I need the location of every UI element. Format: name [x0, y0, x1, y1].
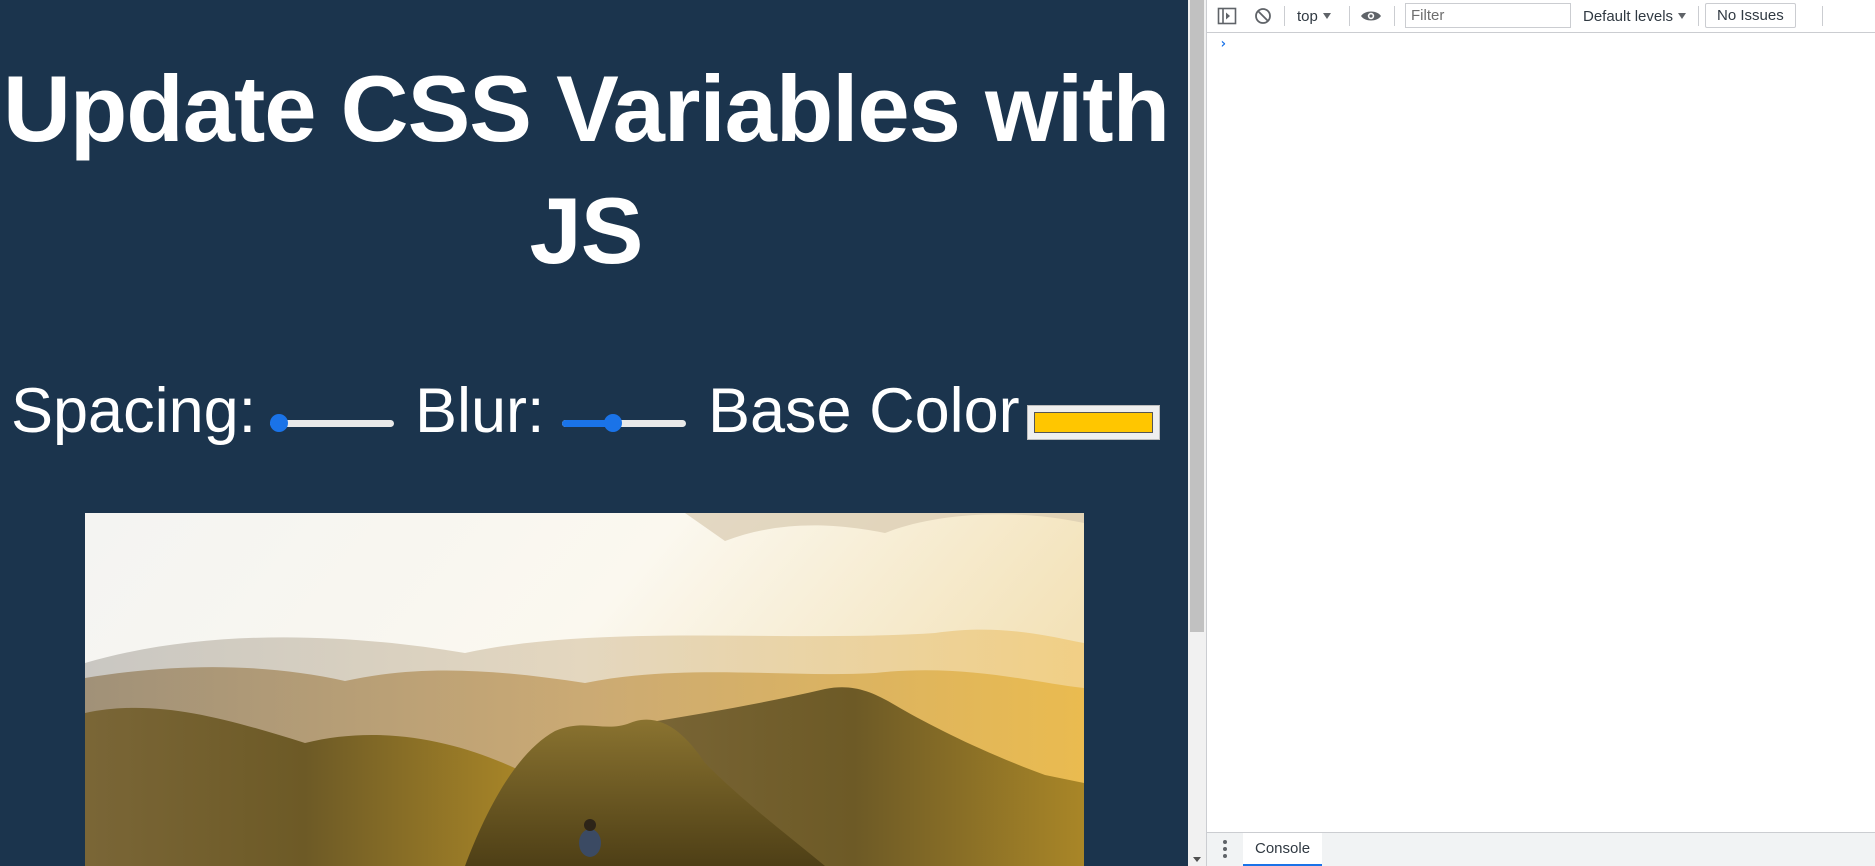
blur-label: Blur:: [415, 376, 545, 446]
clear-console-icon[interactable]: [1254, 0, 1272, 32]
console-prompt[interactable]: ›: [1207, 34, 1875, 56]
issues-button-label: No Issues: [1717, 7, 1784, 24]
blur-slider-thumb[interactable]: [604, 414, 623, 432]
toolbar-divider: [1394, 6, 1395, 26]
live-expression-eye-icon[interactable]: [1360, 0, 1382, 32]
page-viewport: Update CSS Variables with JS Spacing: Bl…: [0, 0, 1188, 866]
context-selector[interactable]: top: [1297, 0, 1331, 32]
spacing-slider-thumb[interactable]: [270, 414, 288, 432]
drawer-tab-bar: Console: [1207, 832, 1875, 866]
toolbar-divider: [1284, 6, 1285, 26]
controls-row: Spacing: Blur: Base Color: [0, 372, 1188, 450]
prompt-chevron-icon: ›: [1219, 36, 1228, 52]
base-color-picker[interactable]: [1027, 405, 1160, 440]
spacing-label: Spacing:: [11, 376, 257, 446]
spacing-slider-track: [270, 420, 394, 427]
context-selector-label: top: [1297, 7, 1318, 25]
toolbar-divider: [1349, 6, 1350, 26]
spacing-slider[interactable]: [270, 413, 394, 433]
tab-console[interactable]: Console: [1243, 833, 1323, 866]
mountain-photo: [85, 513, 1084, 866]
base-color-label: Base Color: [708, 376, 1020, 446]
scroll-down-arrow-icon[interactable]: [1193, 857, 1201, 862]
blur-slider[interactable]: [562, 413, 686, 433]
filter-input[interactable]: [1405, 3, 1571, 28]
console-toolbar: top Default levels No Issues: [1207, 0, 1875, 33]
base-color-swatch: [1034, 412, 1153, 433]
tab-console-label: Console: [1255, 840, 1311, 857]
chevron-down-icon: [1678, 13, 1687, 19]
log-levels-dropdown[interactable]: Default levels: [1583, 0, 1687, 32]
page-title: Update CSS Variables with JS: [2, 56, 1170, 283]
toolbar-divider: [1698, 6, 1699, 26]
page-scrollbar[interactable]: [1188, 0, 1206, 866]
issues-button[interactable]: No Issues: [1705, 3, 1796, 28]
chevron-down-icon: [1322, 13, 1331, 19]
devtools-panel: top Default levels No Issues › Console: [1206, 0, 1875, 866]
blur-slider-track: [562, 420, 686, 427]
log-levels-label: Default levels: [1583, 7, 1674, 25]
toolbar-divider: [1822, 6, 1823, 26]
more-options-icon[interactable]: [1223, 840, 1227, 860]
show-sidebar-icon[interactable]: [1217, 0, 1237, 32]
page-scrollbar-thumb[interactable]: [1190, 0, 1204, 632]
